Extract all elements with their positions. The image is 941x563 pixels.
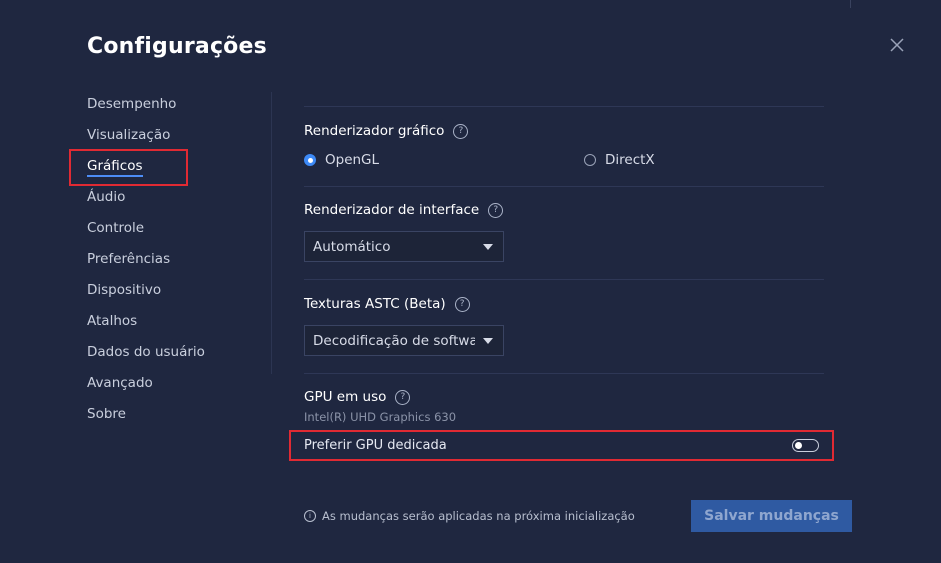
close-icon[interactable] (886, 34, 908, 56)
astc-select[interactable]: Decodificação de software (304, 325, 504, 356)
sidebar-item-sobre[interactable]: Sobre (87, 406, 126, 422)
caret-down-icon (483, 244, 493, 250)
sidebar-item-dispositivo[interactable]: Dispositivo (87, 282, 161, 298)
dialog-title: Configurações (87, 34, 267, 59)
footer-note: i As mudanças serão aplicadas na próxima… (304, 509, 635, 523)
section-divider (304, 106, 824, 107)
sidebar-divider (271, 92, 272, 374)
info-icon: i (304, 510, 316, 522)
prefer-dedicated-gpu-row: Preferir GPU dedicada (289, 430, 834, 461)
help-icon[interactable]: ? (395, 389, 411, 405)
interface-renderer-select[interactable]: Automático (304, 231, 504, 262)
radio-selected-icon (304, 154, 316, 166)
help-icon[interactable]: ? (488, 202, 504, 218)
sidebar-item-desempenho[interactable]: Desempenho (87, 96, 176, 112)
sidebar-item-avancado[interactable]: Avançado (87, 375, 153, 391)
highlight-box-graficos (69, 149, 188, 186)
gpu-name: Intel(R) UHD Graphics 630 (304, 410, 457, 424)
window-edge-line (850, 0, 851, 8)
sidebar-item-atalhos[interactable]: Atalhos (87, 313, 137, 329)
help-icon[interactable]: ? (453, 123, 469, 139)
sidebar-item-audio[interactable]: Áudio (87, 189, 125, 205)
prefer-dedicated-gpu-toggle[interactable] (792, 439, 819, 452)
save-changes-button[interactable]: Salvar mudanças (691, 500, 852, 532)
help-icon[interactable]: ? (454, 296, 470, 312)
renderer-section-title: Renderizador gráfico ? (304, 123, 469, 139)
prefer-dedicated-gpu-label: Preferir GPU dedicada (304, 438, 447, 453)
sidebar-item-dados-do-usuario[interactable]: Dados do usuário (87, 344, 205, 360)
radio-directx[interactable]: DirectX (584, 152, 655, 168)
toggle-knob (795, 442, 802, 449)
caret-down-icon (483, 338, 493, 344)
radio-unselected-icon (584, 154, 596, 166)
radio-opengl[interactable]: OpenGL (304, 152, 379, 168)
gpu-section-title: GPU em uso ? (304, 389, 411, 405)
sidebar-item-preferencias[interactable]: Preferências (87, 251, 170, 267)
section-divider (304, 186, 824, 187)
sidebar-item-controle[interactable]: Controle (87, 220, 144, 236)
astc-section-title: Texturas ASTC (Beta) ? (304, 296, 470, 312)
interface-renderer-section-title: Renderizador de interface ? (304, 202, 504, 218)
sidebar-item-visualizacao[interactable]: Visualização (87, 127, 170, 143)
section-divider (304, 279, 824, 280)
section-divider (304, 373, 824, 374)
